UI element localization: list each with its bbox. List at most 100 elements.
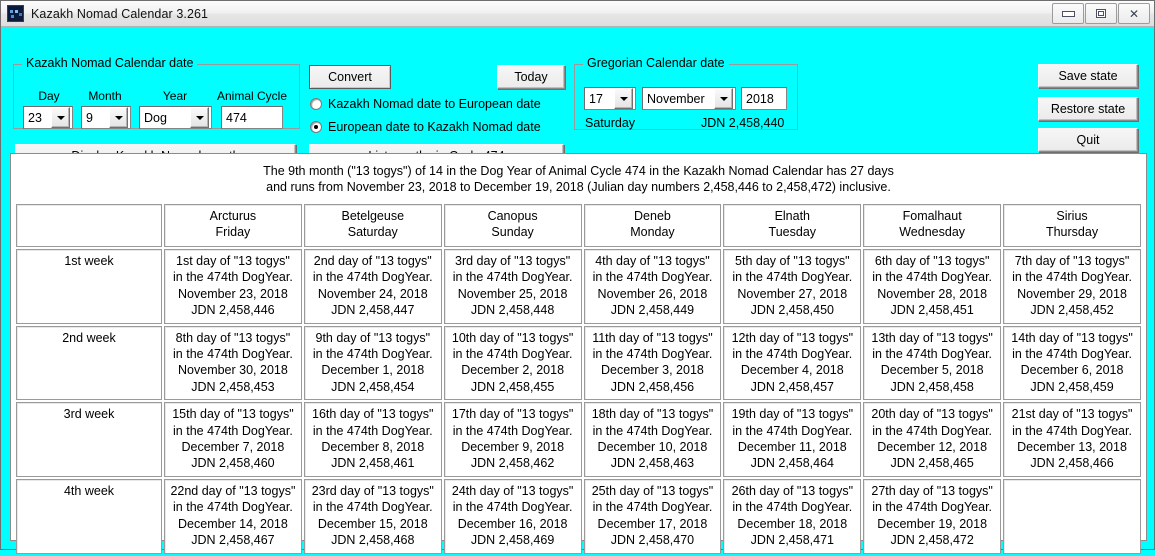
day-cell: 13th day of "13 togys" in the 474th DogYe… bbox=[863, 325, 1002, 401]
day-cell-year: in the 474th DogYear. bbox=[732, 500, 853, 515]
column-header-betelgeuse: Betelgeuse Saturday bbox=[303, 204, 442, 247]
day-cell-day: 16th day of "13 togys" bbox=[312, 407, 434, 422]
day-cell-day: 1st day of "13 togys" bbox=[176, 254, 290, 268]
day-cell-day: 19th day of "13 togys" bbox=[731, 407, 854, 422]
radio-european-to-knc[interactable]: European date to Kazakh Nomad date bbox=[310, 120, 541, 134]
animal-cycle-label: Animal Cycle bbox=[216, 89, 288, 103]
gregorian-day-select[interactable]: 17 bbox=[584, 87, 636, 110]
day-cell-jdn: JDN 2,458,466 bbox=[1030, 456, 1114, 471]
today-button[interactable]: Today bbox=[497, 65, 565, 89]
day-cell-year: in the 474th DogYear. bbox=[173, 423, 293, 438]
chevron-down-icon[interactable] bbox=[614, 88, 633, 109]
column-header-canopus: Canopus Sunday bbox=[443, 204, 582, 247]
gregorian-month-select[interactable]: November bbox=[642, 87, 736, 110]
day-cell-date: December 12, 2018 bbox=[877, 440, 988, 455]
save-state-button[interactable]: Save state bbox=[1038, 64, 1138, 88]
weekday-name: Tuesday bbox=[768, 225, 817, 240]
day-cell-date: December 8, 2018 bbox=[321, 440, 425, 455]
chevron-down-icon[interactable] bbox=[109, 107, 128, 128]
month-description-line1: The 9th month ("13 togys") of 14 in the … bbox=[263, 164, 894, 178]
day-cell-date: December 4, 2018 bbox=[740, 363, 844, 378]
day-cell-year: in the 474th DogYear. bbox=[592, 500, 713, 515]
star-name: Sirius bbox=[1056, 209, 1088, 223]
day-cell: 4th day of "13 togys" in the 474th DogYea… bbox=[583, 249, 722, 324]
year-label: Year bbox=[162, 89, 188, 103]
knc-month-select[interactable]: 9 bbox=[81, 106, 131, 129]
day-cell-year: in the 474th DogYear. bbox=[872, 347, 993, 362]
minimize-icon bbox=[1061, 10, 1075, 17]
day-cell-year: in the 474th DogYear. bbox=[732, 347, 853, 362]
day-cell: 22nd day of "13 togys" in the 474th DogYe… bbox=[164, 478, 302, 554]
knc-month-value: 9 bbox=[86, 110, 93, 125]
day-cell-day: 22nd day of "13 togys" bbox=[170, 483, 296, 498]
animal-cycle-input[interactable]: 474 bbox=[221, 106, 283, 129]
day-cell-day: 18th day of "13 togys" bbox=[591, 407, 714, 422]
day-cell-day: 17th day of "13 togys" bbox=[451, 407, 574, 422]
day-cell-jdn: JDN 2,458,449 bbox=[610, 303, 695, 318]
table-row: 1st week 1st day of "13 togys" in the 474t… bbox=[16, 249, 1141, 324]
minimize-button[interactable] bbox=[1052, 3, 1084, 24]
day-cell-date: December 9, 2018 bbox=[461, 440, 565, 455]
day-cell-day: 5th day of "13 togys" bbox=[735, 254, 850, 268]
chevron-down-icon[interactable] bbox=[714, 88, 733, 109]
day-cell: 6th day of "13 togys" in the 474th DogYea… bbox=[863, 249, 1002, 324]
knc-day-select[interactable]: 23 bbox=[23, 106, 73, 129]
gregorian-day-value: 17 bbox=[589, 91, 603, 106]
app-icon bbox=[7, 5, 24, 22]
quit-button[interactable]: Quit bbox=[1038, 128, 1138, 152]
radio-button-selected-icon[interactable] bbox=[310, 121, 322, 133]
table-row: 3rd week 15th day of "13 togys" in the 474… bbox=[16, 402, 1141, 477]
day-cell-jdn: JDN 2,458,472 bbox=[890, 533, 974, 548]
day-cell: 16th day of "13 togys" in the 474th DogYe… bbox=[303, 402, 442, 477]
day-cell-day: 13th day of "13 togys" bbox=[871, 330, 993, 345]
day-cell: 7th day of "13 togys" in the 474th DogYea… bbox=[1003, 249, 1141, 324]
chevron-down-icon[interactable] bbox=[190, 107, 209, 128]
week-label-cell: 1st week bbox=[16, 249, 162, 324]
day-cell-date: November 27, 2018 bbox=[737, 286, 848, 301]
gregorian-year-input[interactable]: 2018 bbox=[741, 87, 787, 110]
day-cell-date: November 23, 2018 bbox=[178, 286, 288, 301]
gregorian-date-legend: Gregorian Calendar date bbox=[583, 56, 729, 70]
day-cell-jdn: JDN 2,458,453 bbox=[191, 379, 275, 394]
day-cell-date: November 28, 2018 bbox=[877, 286, 988, 301]
day-cell-date: December 2, 2018 bbox=[461, 363, 565, 378]
day-cell: 8th day of "13 togys" in the 474th DogYea… bbox=[164, 325, 302, 401]
radio-knc-to-european[interactable]: Kazakh Nomad date to European date bbox=[310, 97, 541, 111]
title-bar: Kazakh Nomad Calendar 3.261 ✕ bbox=[1, 1, 1154, 27]
day-cell: 15th day of "13 togys" in the 474th DogYe… bbox=[164, 402, 302, 477]
column-header-sirius: Sirius Thursday bbox=[1003, 204, 1141, 247]
radio-button-icon[interactable] bbox=[310, 98, 322, 110]
day-cell: 25th day of "13 togys" in the 474th DogYe… bbox=[583, 478, 722, 554]
day-cell-date: December 10, 2018 bbox=[597, 440, 708, 455]
day-cell: 23rd day of "13 togys" in the 474th DogYe… bbox=[303, 478, 442, 554]
day-cell-year: in the 474th DogYear. bbox=[312, 270, 433, 285]
restore-state-button[interactable]: Restore state bbox=[1038, 97, 1138, 121]
maximize-icon bbox=[1096, 9, 1106, 18]
day-cell-jdn: JDN 2,458,456 bbox=[610, 379, 695, 394]
close-button[interactable]: ✕ bbox=[1118, 3, 1150, 24]
day-cell-year: in the 474th DogYear. bbox=[592, 347, 713, 362]
day-cell-year: in the 474th DogYear. bbox=[732, 423, 853, 438]
knc-day-value: 23 bbox=[28, 110, 42, 125]
controls-panel: Kazakh Nomad Calendar date Day Month Yea… bbox=[1, 27, 1154, 171]
day-cell-date: December 16, 2018 bbox=[457, 516, 568, 531]
gregorian-month-value: November bbox=[647, 91, 705, 106]
day-cell-jdn: JDN 2,458,457 bbox=[750, 379, 834, 394]
day-cell-jdn: JDN 2,458,464 bbox=[750, 456, 834, 471]
day-cell-year: in the 474th DogYear. bbox=[872, 423, 993, 438]
month-description: The 9th month ("13 togys") of 14 in the … bbox=[14, 157, 1143, 202]
day-cell-day: 14th day of "13 togys" bbox=[1011, 330, 1133, 345]
day-cell: 12th day of "13 togys" in the 474th DogYe… bbox=[723, 325, 862, 401]
day-cell-year: in the 474th DogYear. bbox=[1012, 270, 1132, 285]
day-cell-day: 27th day of "13 togys" bbox=[871, 483, 993, 498]
knc-year-select[interactable]: Dog bbox=[139, 106, 212, 129]
day-cell-jdn: JDN 2,458,447 bbox=[331, 303, 415, 318]
day-cell-day: 26th day of "13 togys" bbox=[731, 483, 854, 498]
star-name: Deneb bbox=[634, 209, 671, 223]
chevron-down-icon[interactable] bbox=[51, 107, 70, 128]
maximize-button[interactable] bbox=[1085, 3, 1117, 24]
day-cell-day: 12th day of "13 togys" bbox=[731, 330, 854, 345]
convert-button[interactable]: Convert bbox=[309, 65, 391, 89]
day-cell-day: 3rd day of "13 togys" bbox=[455, 254, 571, 268]
day-cell: 21st day of "13 togys" in the 474th DogYe… bbox=[1003, 402, 1141, 477]
